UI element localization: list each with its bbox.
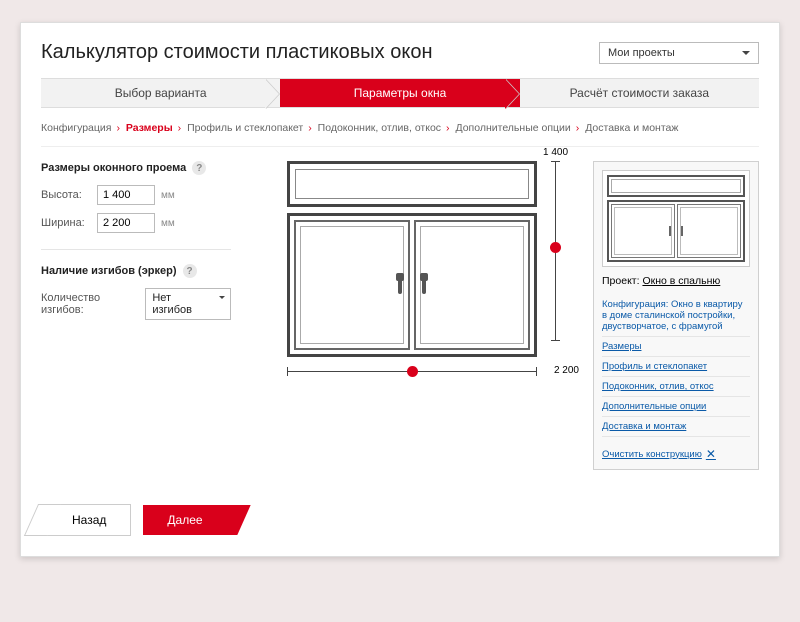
side-link-config[interactable]: Конфигурация: Окно в квартиру в доме ста… xyxy=(602,295,750,337)
unit-mm: мм xyxy=(161,190,175,201)
window-transom xyxy=(287,161,537,207)
side-link-profile[interactable]: Профиль и стеклопакет xyxy=(602,357,750,377)
step-cost[interactable]: Расчёт стоимости заказа xyxy=(520,78,759,108)
clear-construction[interactable]: Очистить конструкцию✕ xyxy=(602,447,750,461)
side-link-delivery[interactable]: Доставка и монтаж xyxy=(602,417,750,437)
section-bends: Наличие изгибов (эркер) xyxy=(41,265,177,277)
height-input[interactable] xyxy=(97,185,155,205)
my-projects-dropdown[interactable]: Мои проекты xyxy=(599,42,759,64)
bends-select[interactable]: Нет изгибов xyxy=(145,288,231,320)
step-params[interactable]: Параметры окна xyxy=(280,78,519,108)
height-label: Высота: xyxy=(41,189,91,201)
width-label: Ширина: xyxy=(41,217,91,229)
next-button[interactable]: Далее xyxy=(143,505,232,535)
height-readout: 1 400 xyxy=(543,147,568,158)
width-readout: 2 200 xyxy=(554,365,579,376)
mini-preview xyxy=(602,170,750,267)
crumb-delivery[interactable]: Доставка и монтаж xyxy=(585,122,678,134)
side-link-sill[interactable]: Подоконник, отлив, откос xyxy=(602,377,750,397)
height-slider-knob[interactable] xyxy=(550,242,561,253)
width-input[interactable] xyxy=(97,213,155,233)
side-link-options[interactable]: Дополнительные опции xyxy=(602,397,750,417)
help-icon[interactable]: ? xyxy=(192,161,206,175)
window-sash-left xyxy=(294,220,410,350)
project-name[interactable]: Окно в спальню xyxy=(642,275,720,287)
side-link-sizes[interactable]: Размеры xyxy=(602,337,750,357)
handle-icon xyxy=(398,276,402,294)
back-button[interactable]: Назад xyxy=(41,504,131,536)
dimension-vertical: 1 400 xyxy=(547,161,577,341)
form-panel: Размеры оконного проема ? Высота: мм Шир… xyxy=(41,161,231,470)
crumb-options[interactable]: Дополнительные опции xyxy=(455,122,570,134)
unit-mm: мм xyxy=(161,218,175,229)
section-opening-size: Размеры оконного проема xyxy=(41,162,186,174)
bends-label: Количество изгибов: xyxy=(41,292,139,316)
handle-icon xyxy=(422,276,426,294)
calculator-card: Калькулятор стоимости пластиковых окон М… xyxy=(20,22,780,557)
project-label: Проект: xyxy=(602,275,640,287)
dimension-horizontal: 2 200 xyxy=(287,363,537,383)
page-title: Калькулятор стоимости пластиковых окон xyxy=(41,41,433,64)
width-slider-knob[interactable] xyxy=(407,366,418,377)
project-sidebar: Проект: Окно в спальню Конфигурация: Окн… xyxy=(593,161,759,470)
breadcrumb: Конфигурация› Размеры› Профиль и стеклоп… xyxy=(41,116,759,147)
wizard-steps: Выбор варианта Параметры окна Расчёт сто… xyxy=(41,78,759,108)
window-preview: 1 400 2 200 xyxy=(245,161,579,470)
crumb-profile[interactable]: Профиль и стеклопакет xyxy=(187,122,303,134)
crumb-config[interactable]: Конфигурация xyxy=(41,122,111,134)
window-sash-right xyxy=(414,220,530,350)
help-icon[interactable]: ? xyxy=(183,264,197,278)
crumb-sill[interactable]: Подоконник, отлив, откос xyxy=(318,122,441,134)
crumb-sizes[interactable]: Размеры xyxy=(126,122,173,134)
close-icon: ✕ xyxy=(706,447,716,461)
step-variant[interactable]: Выбор варианта xyxy=(41,78,280,108)
